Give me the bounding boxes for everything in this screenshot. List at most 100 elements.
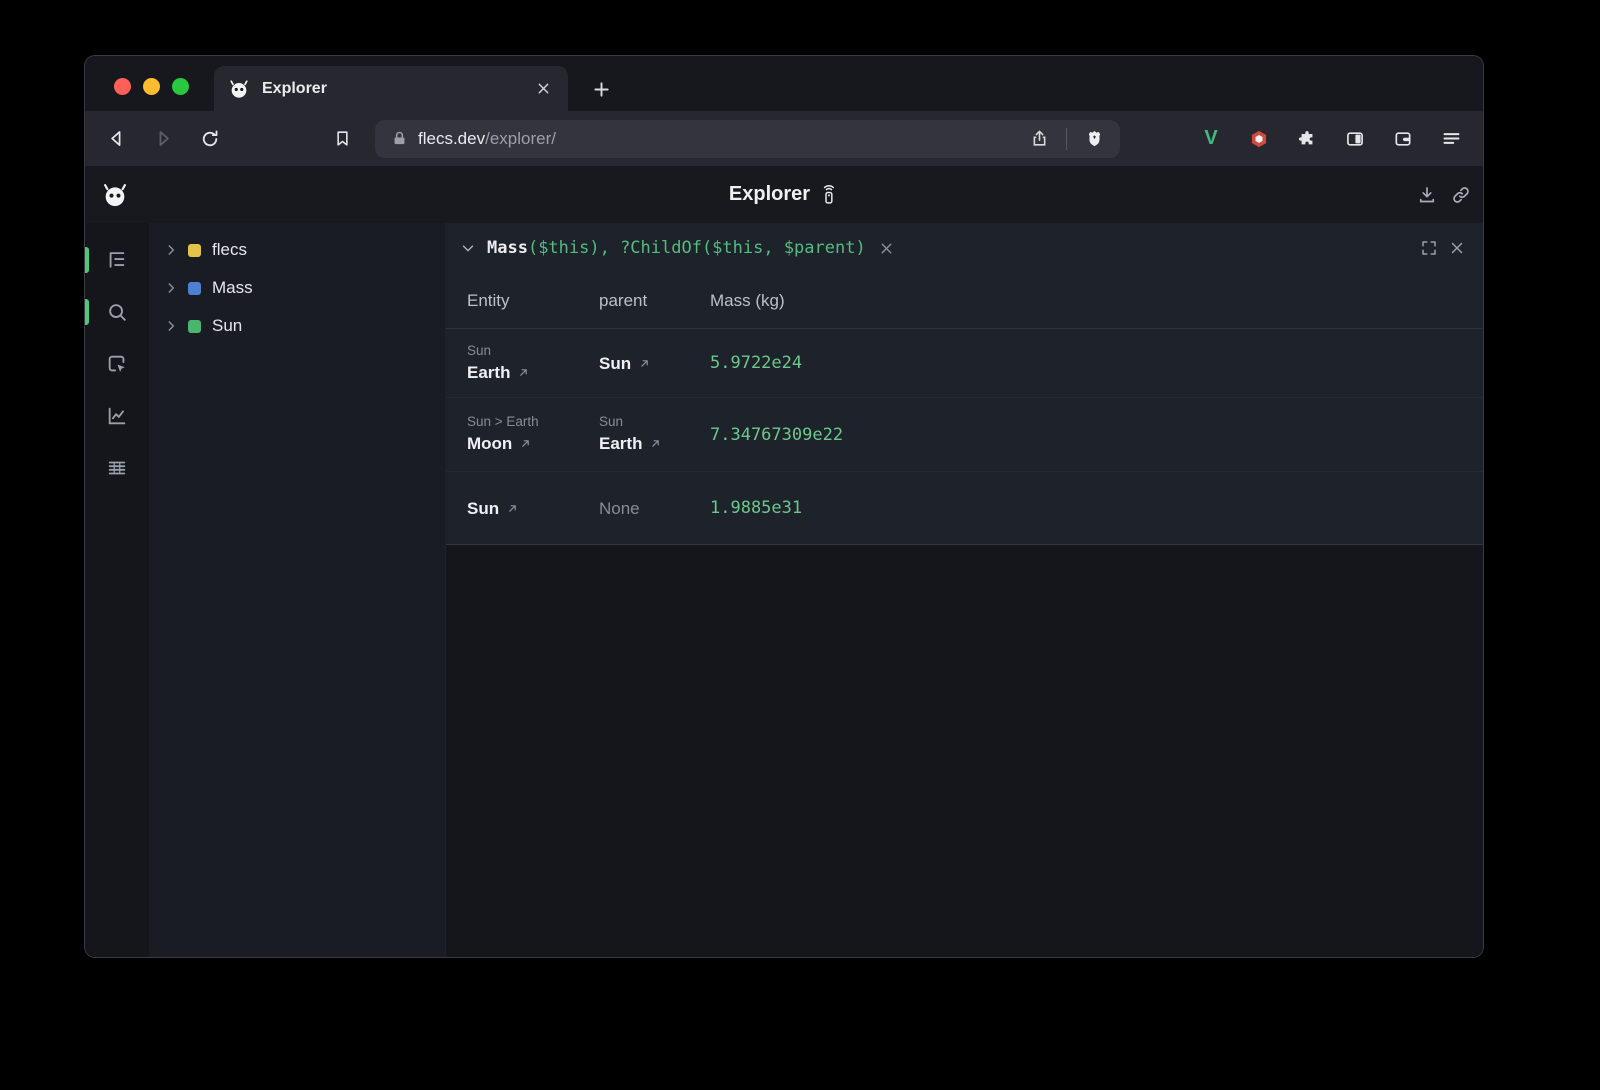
tree-view-button[interactable] <box>97 240 137 280</box>
empty-results-area <box>446 545 1483 957</box>
close-icon <box>878 240 895 257</box>
goto-icon[interactable] <box>649 437 662 450</box>
tree-item-sun[interactable]: Sun <box>149 307 445 345</box>
minimize-window-button[interactable] <box>143 78 160 95</box>
close-query-button[interactable] <box>1443 234 1471 262</box>
query-results-section: Mass($this), ?ChildOf($this, $parent) <box>446 223 1483 545</box>
flecs-favicon-icon <box>228 78 250 100</box>
mass-value: 5.9722e24 <box>710 353 1483 373</box>
data-table-button[interactable] <box>97 448 137 488</box>
download-button[interactable] <box>1411 179 1443 211</box>
hexagon-icon <box>1249 129 1269 149</box>
mass-cell: 5.9722e24 <box>710 353 1483 373</box>
bookmark-button[interactable] <box>325 122 359 156</box>
parent-cell: None <box>599 496 710 521</box>
urlbar-actions <box>1025 125 1108 153</box>
close-window-button[interactable] <box>114 78 131 95</box>
tree-item-label: flecs <box>212 240 247 260</box>
urlbar-divider <box>1066 128 1067 150</box>
goto-icon[interactable] <box>517 366 530 379</box>
entity-link[interactable]: Earth <box>599 431 710 456</box>
vue-extension-button[interactable]: V <box>1194 122 1228 156</box>
entity-parent-path: Sun <box>467 342 599 360</box>
active-indicator <box>85 299 89 325</box>
download-icon <box>1417 185 1437 205</box>
tree-icon <box>106 249 128 271</box>
entity-link[interactable]: Sun <box>599 351 710 376</box>
chevron-down-icon <box>459 239 477 257</box>
new-tab-button[interactable] <box>591 79 612 100</box>
tree-item-flecs[interactable]: flecs <box>149 231 445 269</box>
entity-tree-panel: flecs Mass Sun <box>149 223 445 957</box>
entity-cell: Sun Earth <box>467 342 599 385</box>
lock-icon[interactable] <box>391 130 408 147</box>
puzzle-icon <box>1297 129 1317 149</box>
hexagon-extension-button[interactable] <box>1242 122 1276 156</box>
goto-icon[interactable] <box>638 357 651 370</box>
icon-sidebar <box>85 223 149 957</box>
chevron-right-icon[interactable] <box>164 319 178 333</box>
wallet-button[interactable] <box>1386 122 1420 156</box>
collapse-query-button[interactable] <box>459 239 477 257</box>
stats-button[interactable] <box>97 396 137 436</box>
entity-color-swatch <box>188 244 201 257</box>
mass-value: 1.9885e31 <box>710 498 1483 518</box>
zoom-window-button[interactable] <box>172 78 189 95</box>
close-icon <box>1448 239 1466 257</box>
brave-shield-button[interactable] <box>1080 125 1108 153</box>
tab-title: Explorer <box>262 80 523 98</box>
query-expression[interactable]: Mass($this), ?ChildOf($this, $parent) <box>487 238 866 258</box>
query-term-expr: ($this), ?ChildOf($this, $parent) <box>528 238 866 258</box>
url-domain: flecs.dev <box>418 129 485 148</box>
parent-none-value: None <box>599 496 710 521</box>
hamburger-icon <box>1441 128 1462 149</box>
results-header-row: Entity parent Mass (kg) <box>446 273 1483 329</box>
chevron-right-icon[interactable] <box>164 281 178 295</box>
entity-color-swatch <box>188 320 201 333</box>
chart-icon <box>106 405 128 427</box>
reload-button[interactable] <box>193 122 227 156</box>
address-bar[interactable]: flecs.dev/explorer/ <box>375 120 1120 158</box>
table-row[interactable]: Sun Earth Sun <box>446 329 1483 397</box>
copy-link-button[interactable] <box>1445 179 1477 211</box>
table-row[interactable]: Sun > Earth Moon Sun Earth <box>446 397 1483 471</box>
table-icon <box>106 457 128 479</box>
mass-cell: 7.34767309e22 <box>710 425 1483 445</box>
entity-name: Earth <box>467 360 510 385</box>
mass-value: 7.34767309e22 <box>710 425 1483 445</box>
clear-query-button[interactable] <box>878 240 895 257</box>
chevron-right-icon[interactable] <box>164 243 178 257</box>
query-search-button[interactable] <box>97 292 137 332</box>
forward-button[interactable] <box>146 122 180 156</box>
entity-color-swatch <box>188 282 201 295</box>
entity-name: Sun <box>467 496 499 521</box>
goto-icon[interactable] <box>506 502 519 515</box>
menu-button[interactable] <box>1434 122 1468 156</box>
back-button[interactable] <box>99 122 133 156</box>
entity-link[interactable]: Moon <box>467 431 599 456</box>
tree-item-label: Sun <box>212 316 242 336</box>
sidebar-toggle-button[interactable] <box>1338 122 1372 156</box>
flecs-logo-icon[interactable] <box>101 181 129 209</box>
browser-window: Explorer <box>84 55 1484 958</box>
extensions-button[interactable] <box>1290 122 1324 156</box>
browser-tab[interactable]: Explorer <box>214 66 568 111</box>
goto-icon[interactable] <box>519 437 532 450</box>
table-row[interactable]: Sun None 1.9885e31 <box>446 471 1483 544</box>
desktop-background: Explorer <box>0 0 1600 1090</box>
mass-cell: 1.9885e31 <box>710 498 1483 518</box>
explorer-content: flecs Mass Sun <box>85 223 1483 957</box>
parent-cell: Sun <box>599 351 710 376</box>
tree-item-label: Mass <box>212 278 253 298</box>
search-icon <box>106 301 128 323</box>
column-header-parent: parent <box>599 291 710 311</box>
query-panel: Mass($this), ?ChildOf($this, $parent) <box>445 223 1483 957</box>
expand-query-button[interactable] <box>1415 234 1443 262</box>
share-button[interactable] <box>1025 125 1053 153</box>
url-text: flecs.dev/explorer/ <box>418 129 556 149</box>
entity-link[interactable]: Earth <box>467 360 599 385</box>
tab-close-button[interactable] <box>535 80 552 97</box>
tree-item-mass[interactable]: Mass <box>149 269 445 307</box>
entity-link[interactable]: Sun <box>467 496 599 521</box>
inspector-button[interactable] <box>97 344 137 384</box>
